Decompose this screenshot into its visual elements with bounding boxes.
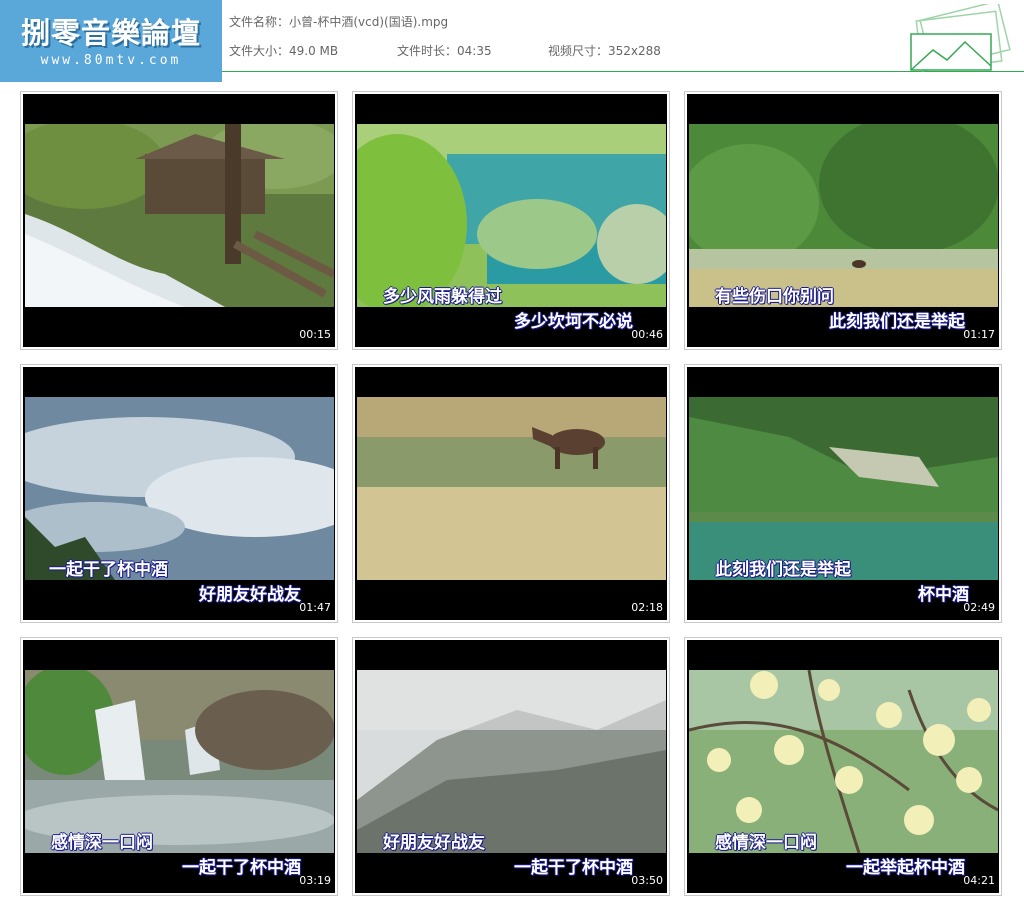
scene-horse-reeds (357, 397, 666, 580)
video-frame: 00:15 (23, 94, 335, 347)
file-duration-value: 04:35 (457, 44, 492, 58)
lyric-line-1: 感情深一口闷 (51, 833, 153, 853)
scene-mountain-lake (689, 397, 998, 580)
thumbnail-card[interactable]: 此刻我们还是举起 杯中酒 02:49 (684, 364, 1002, 623)
thumbnail-card[interactable]: 有些伤口你别问 此刻我们还是举起 01:17 (684, 91, 1002, 350)
file-name: 文件名称：小曾-杯中酒(vcd)(国语).mpg (229, 13, 448, 30)
thumbnail-card[interactable]: 好朋友好战友 一起干了杯中酒 03:50 (352, 637, 670, 896)
file-duration: 文件时长：04:35 (397, 42, 492, 59)
file-name-value: 小曾-杯中酒(vcd)(国语).mpg (289, 15, 449, 29)
scene-turquoise-lake (357, 124, 666, 307)
file-size: 文件大小：49.0 MB (229, 42, 338, 59)
video-resolution-label: 视频尺寸： (548, 44, 609, 58)
video-frame: 02:18 (355, 367, 667, 620)
file-size-value: 49.0 MB (289, 44, 339, 58)
file-duration-label: 文件时长： (397, 44, 458, 58)
scene-waterfall-rocks (25, 670, 334, 853)
lyric-line-2: 此刻我们还是举起 (829, 312, 965, 332)
timestamp: 04:21 (963, 874, 995, 887)
timestamp: 02:18 (631, 601, 663, 614)
site-logo[interactable]: 捌零音樂論壇 www.80mtv.com (0, 0, 222, 82)
thumbnail-card[interactable]: 感情深一口闷 一起举起杯中酒 04:21 (684, 637, 1002, 896)
thumbnail-card[interactable]: 多少风雨躲得过 多少坎坷不必说 00:46 (352, 91, 670, 350)
lyric-line-1: 有些伤口你别问 (715, 287, 834, 307)
timestamp: 00:46 (631, 328, 663, 341)
lyric-line-1: 此刻我们还是举起 (715, 560, 851, 580)
lyric-line-2: 一起干了杯中酒 (514, 858, 633, 878)
scene-forest-meadow (689, 124, 998, 307)
lyric-line-2: 杯中酒 (918, 585, 969, 605)
lyric-line-2: 一起干了杯中酒 (182, 858, 301, 878)
logo-title: 捌零音樂論壇 (20, 16, 201, 50)
file-name-label: 文件名称： (229, 15, 290, 29)
photo-frames-icon (903, 0, 1013, 72)
video-frame: 一起干了杯中酒 好朋友好战友 01:47 (23, 367, 335, 620)
video-frame: 多少风雨躲得过 多少坎坷不必说 00:46 (355, 94, 667, 347)
video-frame: 好朋友好战友 一起干了杯中酒 03:50 (355, 640, 667, 893)
video-frame: 有些伤口你别问 此刻我们还是举起 01:17 (687, 94, 999, 347)
lyric-line-1: 多少风雨躲得过 (383, 287, 502, 307)
video-frame: 感情深一口闷 一起干了杯中酒 03:19 (23, 640, 335, 893)
scene-cloudy-sky (25, 397, 334, 580)
file-size-label: 文件大小： (229, 44, 290, 58)
thumbnail-card[interactable]: 02:18 (352, 364, 670, 623)
video-frame: 感情深一口闷 一起举起杯中酒 04:21 (687, 640, 999, 893)
lyric-line-2: 一起举起杯中酒 (846, 858, 965, 878)
timestamp: 03:19 (299, 874, 331, 887)
file-info-header: 捌零音樂論壇 www.80mtv.com 文件名称：小曾-杯中酒(vcd)(国语… (0, 0, 1024, 82)
scene-waterfall-cabin (25, 124, 334, 307)
timestamp: 02:49 (963, 601, 995, 614)
timestamp: 01:17 (963, 328, 995, 341)
timestamp: 03:50 (631, 874, 663, 887)
timestamp: 01:47 (299, 601, 331, 614)
scene-misty-mountain (357, 670, 666, 853)
scene-yellow-blossoms (689, 670, 998, 853)
lyric-line-1: 好朋友好战友 (383, 833, 485, 853)
lyric-line-2: 好朋友好战友 (199, 585, 301, 605)
lyric-line-1: 感情深一口闷 (715, 833, 817, 853)
lyric-line-1: 一起干了杯中酒 (49, 560, 168, 580)
video-frame: 此刻我们还是举起 杯中酒 02:49 (687, 367, 999, 620)
thumbnail-card[interactable]: 00:15 (20, 91, 338, 350)
video-resolution: 视频尺寸：352x288 (548, 42, 661, 59)
thumbnail-card[interactable]: 一起干了杯中酒 好朋友好战友 01:47 (20, 364, 338, 623)
thumbnail-card[interactable]: 感情深一口闷 一起干了杯中酒 03:19 (20, 637, 338, 896)
lyric-line-2: 多少坎坷不必说 (514, 312, 633, 332)
video-resolution-value: 352x288 (608, 44, 661, 58)
timestamp: 00:15 (299, 328, 331, 341)
logo-url: www.80mtv.com (40, 53, 182, 68)
